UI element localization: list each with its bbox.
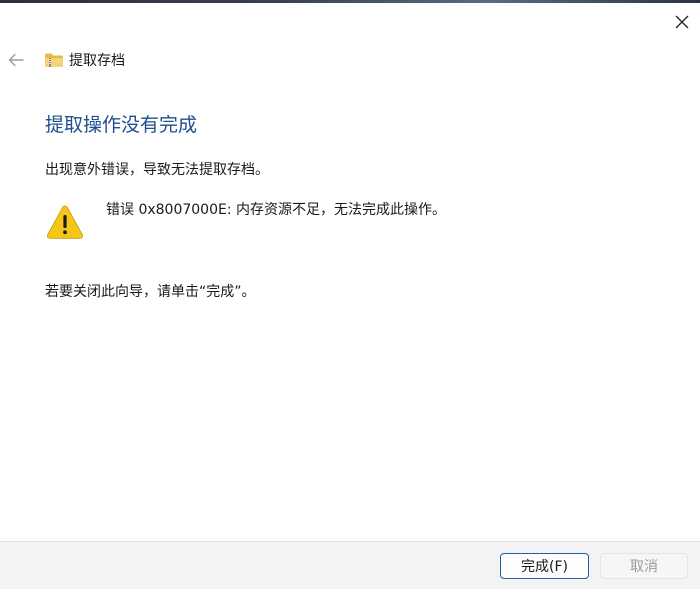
error-message: 错误 0x8007000E: 内存资源不足，无法完成此操作。: [106, 202, 447, 218]
button-bar: 完成(F) 取消: [0, 541, 700, 589]
close-icon: [675, 15, 689, 29]
back-button[interactable]: [6, 50, 26, 70]
page-heading: 提取操作没有完成: [45, 114, 198, 136]
error-description: 出现意外错误，导致无法提取存档。: [45, 162, 269, 178]
close-instructions: 若要关闭此向导，请单击“完成”。: [45, 284, 256, 300]
zip-folder-icon: [45, 53, 63, 67]
warning-icon: [47, 205, 83, 239]
extract-wizard-window: 提取存档 提取操作没有完成 出现意外错误，导致无法提取存档。 错误 0x8007…: [0, 0, 700, 589]
title-bar-strip: [0, 0, 700, 3]
arrow-left-icon: [8, 53, 24, 67]
error-detail: 错误 0x8007000E: 内存资源不足，无法完成此操作。: [46, 200, 446, 240]
close-button[interactable]: [670, 10, 694, 34]
wizard-title: 提取存档: [69, 53, 125, 69]
wizard-header: 提取存档: [44, 49, 125, 71]
cancel-button[interactable]: 取消: [600, 553, 688, 579]
finish-button[interactable]: 完成(F): [500, 553, 589, 579]
